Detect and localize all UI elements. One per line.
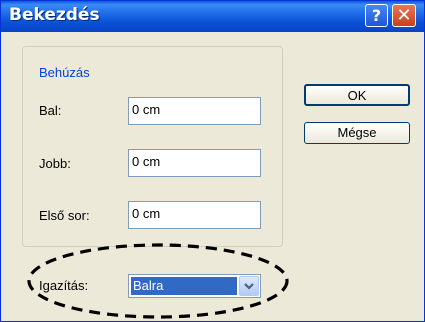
window-title: Bekezdés [9, 5, 100, 25]
dialog-window: Bekezdés ? ✕ Behúzás Bal: 0 cm Jobb: 0 c… [0, 0, 425, 322]
close-button[interactable]: ✕ [392, 4, 416, 27]
left-indent-input[interactable]: 0 cm [128, 97, 261, 125]
title-bar[interactable]: Bekezdés ? ✕ [1, 1, 424, 32]
cancel-button[interactable]: Mégse [304, 122, 410, 144]
help-button[interactable]: ? [365, 4, 388, 27]
left-indent-label: Bal: [39, 103, 62, 118]
first-line-indent-label: Első sor: [39, 208, 90, 223]
right-indent-label: Jobb: [39, 156, 71, 171]
right-indent-input[interactable]: 0 cm [128, 149, 261, 177]
indent-group-title: Behúzás [35, 65, 94, 80]
ok-button[interactable]: OK [304, 84, 410, 106]
first-line-indent-input[interactable]: 0 cm [128, 201, 261, 229]
annotation-ellipse [27, 243, 289, 319]
